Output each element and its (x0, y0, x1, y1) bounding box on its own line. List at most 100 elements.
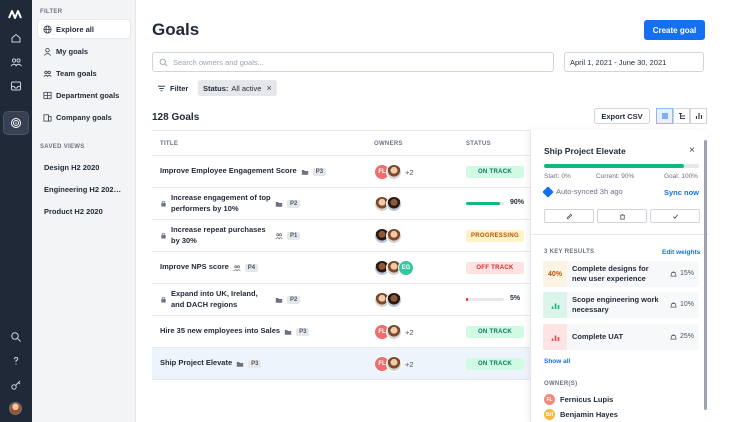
saved-view-design[interactable]: Design H2 2020 (44, 163, 99, 172)
search-input[interactable]: Search owners and goals... (152, 52, 554, 72)
globe-icon (43, 24, 52, 34)
owner-avatars[interactable]: FL +2 (374, 164, 414, 180)
owner-avatars[interactable]: EG (374, 260, 414, 276)
inbox-button[interactable] (4, 75, 28, 97)
export-csv-button[interactable]: Export CSV (594, 108, 650, 124)
table-row[interactable]: Ship Project Elevate P3 FL +2 ON TRACK (152, 348, 530, 380)
page-title: Goals (152, 20, 200, 39)
key-button[interactable] (4, 374, 28, 396)
search-button[interactable] (4, 326, 28, 348)
delete-button[interactable] (597, 209, 647, 223)
bar-chart-icon (695, 113, 702, 119)
goal-title-cell[interactable]: Improve Employee Engagement Score P3 (160, 156, 365, 187)
sidebar-item-department-goals[interactable]: Department goals (38, 86, 130, 104)
key-result-text: Complete UAT (572, 332, 624, 342)
saved-view-engineering[interactable]: Engineering H2 202… (44, 185, 121, 194)
chart-view-toggle[interactable] (690, 108, 707, 124)
goals-button[interactable] (3, 111, 29, 135)
owner-avatars[interactable] (374, 228, 402, 244)
owner-item[interactable]: FL Fernicus Lupis (544, 394, 613, 405)
filter-icon (157, 85, 166, 91)
table-row[interactable]: Improve Employee Engagement Score P3 FL +2 O… (152, 156, 530, 188)
owner-avatars[interactable] (374, 196, 402, 212)
table-row[interactable]: Hire 35 new employees into Sales P3 FL +2 ON… (152, 316, 530, 348)
key-result-item[interactable]: Scope engineering work necessary 10% (543, 292, 699, 318)
help-button[interactable] (4, 350, 28, 372)
owner-avatars[interactable]: FL +2 (374, 356, 414, 372)
close-icon[interactable]: × (266, 83, 271, 93)
avatar (386, 324, 402, 340)
sync-now-link[interactable]: Sync now (664, 188, 699, 197)
owner-avatars[interactable] (374, 292, 402, 308)
key-result-item[interactable]: 40% Complete designs for new user experie… (543, 261, 699, 287)
goal-title-cell[interactable]: Expand into UK, Ireland, and DACH region… (160, 284, 365, 315)
pencil-icon (566, 213, 572, 219)
status-badge: PROGRESSING (466, 230, 524, 242)
bar-chart-icon (551, 303, 559, 309)
panel-progress-bar (544, 164, 699, 168)
goal-title: Improve Employee Engagement Score (160, 166, 297, 176)
edit-weights-link[interactable]: Edit weights (662, 249, 700, 256)
date-range-picker[interactable]: April 1, 2021 - June 30, 2021 (564, 52, 704, 72)
user-avatar[interactable] (9, 402, 22, 415)
avatar (386, 196, 402, 212)
people-button[interactable] (4, 51, 28, 73)
logo-icon[interactable] (8, 8, 24, 20)
sidebar-item-explore-all[interactable]: Explore all (38, 20, 130, 38)
filter-button[interactable]: Filter (157, 81, 188, 95)
inbox-icon (11, 81, 21, 91)
table-row[interactable]: Expand into UK, Ireland, and DACH region… (152, 284, 530, 316)
status-filter-chip[interactable]: Status: All active × (198, 80, 277, 96)
show-all-link[interactable]: Show all (544, 358, 570, 365)
goal-title: Hire 35 new employees into Sales (160, 326, 281, 336)
home-button[interactable] (4, 27, 28, 49)
tree-view-toggle[interactable] (673, 108, 690, 124)
status-badge: ON TRACK (466, 326, 524, 338)
sidebar-item-label: Explore all (56, 24, 94, 34)
complete-button[interactable] (650, 209, 700, 223)
column-status[interactable]: STATUS (466, 141, 491, 147)
priority-badge: P2 (287, 295, 301, 304)
goal-detail-panel: Ship Project Elevate × Start: 0% Current… (530, 130, 709, 422)
table-row[interactable]: Increase engagement of top performers by… (152, 188, 530, 220)
avatar: FL (544, 394, 555, 405)
list-view-toggle[interactable] (656, 108, 673, 124)
progress-fill (466, 202, 501, 205)
sidebar-item-my-goals[interactable]: My goals (38, 42, 130, 60)
list-icon (661, 113, 668, 119)
app-rail (0, 0, 32, 422)
team-icon (43, 70, 52, 77)
goal-title-cell[interactable]: Increase engagement of top performers by… (160, 188, 365, 219)
avatar (386, 356, 402, 372)
goal-title-cell[interactable]: Increase repeat purchases by 30% P1 (160, 220, 365, 251)
table-header: TITLE OWNERS STATUS (152, 130, 530, 156)
owner-item[interactable]: BH Benjamin Hayes (544, 409, 618, 420)
key-result-weight: 25% (670, 333, 694, 340)
folder-icon (236, 361, 244, 367)
panel-progress-fill (544, 164, 684, 168)
sidebar-item-team-goals[interactable]: Team goals (38, 64, 130, 82)
table-row[interactable]: Increase repeat purchases by 30% P1 PROGRE… (152, 220, 530, 252)
sidebar-item-company-goals[interactable]: Company goals (38, 108, 130, 126)
saved-view-product[interactable]: Product H2 2020 (44, 207, 103, 216)
department-icon (43, 91, 52, 99)
progress-percent: 90% (510, 199, 525, 206)
close-icon[interactable]: × (689, 145, 695, 156)
goal-title-cell[interactable]: Hire 35 new employees into Sales P3 (160, 316, 365, 347)
key-result-weight: 15% (670, 270, 694, 277)
edit-button[interactable] (544, 209, 594, 223)
key-result-item[interactable]: Complete UAT 25% (543, 324, 699, 350)
home-icon (11, 33, 21, 43)
column-owners[interactable]: OWNERS (374, 141, 403, 147)
goals-sidebar: FILTER Explore all My goals Team goals D… (32, 0, 136, 422)
progress-current: Current: 90% (596, 173, 635, 180)
create-goal-button[interactable]: Create goal (644, 20, 705, 40)
owner-avatars[interactable]: FL +2 (374, 324, 414, 340)
panel-scrollbar[interactable] (704, 140, 707, 410)
goal-title-cell[interactable]: Improve NPS score P4 (160, 252, 365, 283)
key-icon (11, 380, 21, 390)
goal-title-cell[interactable]: Ship Project Elevate P3 (160, 348, 365, 379)
table-row[interactable]: Improve NPS score P4 EG OFF TRACK (152, 252, 530, 284)
sidebar-item-label: My goals (56, 46, 89, 56)
column-title[interactable]: TITLE (160, 141, 178, 147)
